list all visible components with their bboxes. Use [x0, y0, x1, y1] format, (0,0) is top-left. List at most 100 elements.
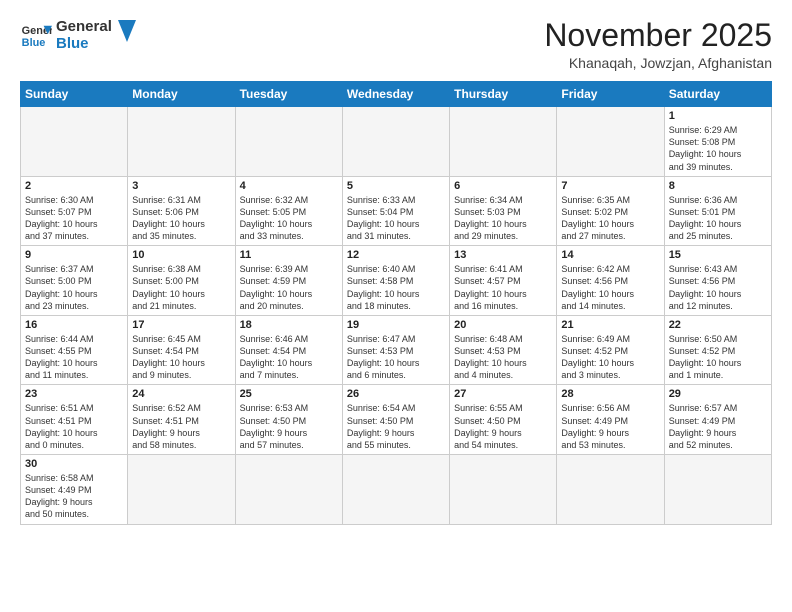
- day-number: 25: [240, 388, 338, 400]
- header: General Blue General Blue November 2025 …: [20, 18, 772, 71]
- day-number: 17: [132, 319, 230, 331]
- calendar: SundayMondayTuesdayWednesdayThursdayFrid…: [20, 81, 772, 524]
- logo-triangle-icon: [118, 20, 136, 42]
- calendar-day-cell: [342, 455, 449, 525]
- day-number: 11: [240, 249, 338, 261]
- calendar-day-cell: [664, 455, 771, 525]
- month-title: November 2025: [544, 18, 772, 53]
- calendar-day-cell: 27 Sunrise: 6:55 AM Sunset: 4:50 PM Dayli…: [450, 385, 557, 455]
- calendar-day-cell: 10 Sunrise: 6:38 AM Sunset: 5:00 PM Dayli…: [128, 246, 235, 316]
- calendar-day-cell: 19 Sunrise: 6:47 AM Sunset: 4:53 PM Dayli…: [342, 315, 449, 385]
- sun-info: Sunrise: 6:57 AM Sunset: 4:49 PM Dayligh…: [669, 402, 767, 451]
- sun-info: Sunrise: 6:38 AM Sunset: 5:00 PM Dayligh…: [132, 263, 230, 312]
- sun-info: Sunrise: 6:39 AM Sunset: 4:59 PM Dayligh…: [240, 263, 338, 312]
- sun-info: Sunrise: 6:55 AM Sunset: 4:50 PM Dayligh…: [454, 402, 552, 451]
- sun-info: Sunrise: 6:35 AM Sunset: 5:02 PM Dayligh…: [561, 194, 659, 243]
- day-number: 26: [347, 388, 445, 400]
- calendar-day-cell: [450, 107, 557, 177]
- day-number: 30: [25, 458, 123, 470]
- day-number: 10: [132, 249, 230, 261]
- day-number: 8: [669, 180, 767, 192]
- calendar-day-cell: 2 Sunrise: 6:30 AM Sunset: 5:07 PM Daylig…: [21, 176, 128, 246]
- calendar-day-cell: 20Sunrise: 6:48 AM Sunset: 4:53 PM Dayli…: [450, 315, 557, 385]
- calendar-day-cell: 5Sunrise: 6:33 AM Sunset: 5:04 PM Daylig…: [342, 176, 449, 246]
- day-number: 20: [454, 319, 552, 331]
- day-number: 15: [669, 249, 767, 261]
- logo-blue: Blue: [56, 35, 112, 52]
- sun-info: Sunrise: 6:45 AM Sunset: 4:54 PM Dayligh…: [132, 333, 230, 382]
- calendar-day-cell: 11 Sunrise: 6:39 AM Sunset: 4:59 PM Dayli…: [235, 246, 342, 316]
- sun-info: Sunrise: 6:40 AM Sunset: 4:58 PM Dayligh…: [347, 263, 445, 312]
- calendar-day-cell: 25 Sunrise: 6:53 AM Sunset: 4:50 PM Dayli…: [235, 385, 342, 455]
- weekday-thursday: Thursday: [450, 82, 557, 107]
- sun-info: Sunrise: 6:31 AM Sunset: 5:06 PM Dayligh…: [132, 194, 230, 243]
- calendar-day-cell: 24 Sunrise: 6:52 AM Sunset: 4:51 PM Dayli…: [128, 385, 235, 455]
- day-number: 2: [25, 180, 123, 192]
- sun-info: Sunrise: 6:52 AM Sunset: 4:51 PM Dayligh…: [132, 402, 230, 451]
- calendar-day-cell: 22Sunrise: 6:50 AM Sunset: 4:52 PM Dayli…: [664, 315, 771, 385]
- sun-info: Sunrise: 6:53 AM Sunset: 4:50 PM Dayligh…: [240, 402, 338, 451]
- day-number: 18: [240, 319, 338, 331]
- day-number: 7: [561, 180, 659, 192]
- calendar-day-cell: 26 Sunrise: 6:54 AM Sunset: 4:50 PM Dayli…: [342, 385, 449, 455]
- sun-info: Sunrise: 6:33 AM Sunset: 5:04 PM Dayligh…: [347, 194, 445, 243]
- day-number: 23: [25, 388, 123, 400]
- calendar-week-row: 30 Sunrise: 6:58 AM Sunset: 4:49 PM Dayli…: [21, 455, 772, 525]
- calendar-day-cell: 21Sunrise: 6:49 AM Sunset: 4:52 PM Dayli…: [557, 315, 664, 385]
- calendar-day-cell: 3 Sunrise: 6:31 AM Sunset: 5:06 PM Daylig…: [128, 176, 235, 246]
- day-number: 3: [132, 180, 230, 192]
- title-block: November 2025 Khanaqah, Jowzjan, Afghani…: [544, 18, 772, 71]
- sun-info: Sunrise: 6:34 AM Sunset: 5:03 PM Dayligh…: [454, 194, 552, 243]
- weekday-header-row: SundayMondayTuesdayWednesdayThursdayFrid…: [21, 82, 772, 107]
- calendar-day-cell: 15Sunrise: 6:43 AM Sunset: 4:56 PM Dayli…: [664, 246, 771, 316]
- day-number: 27: [454, 388, 552, 400]
- calendar-day-cell: 9Sunrise: 6:37 AM Sunset: 5:00 PM Daylig…: [21, 246, 128, 316]
- day-number: 22: [669, 319, 767, 331]
- weekday-saturday: Saturday: [664, 82, 771, 107]
- weekday-monday: Monday: [128, 82, 235, 107]
- calendar-day-cell: [235, 107, 342, 177]
- calendar-day-cell: 1Sunrise: 6:29 AM Sunset: 5:08 PM Daylig…: [664, 107, 771, 177]
- day-number: 13: [454, 249, 552, 261]
- calendar-week-row: 23Sunrise: 6:51 AM Sunset: 4:51 PM Dayli…: [21, 385, 772, 455]
- logo-icon: General Blue: [20, 19, 52, 51]
- calendar-day-cell: [128, 455, 235, 525]
- calendar-day-cell: [128, 107, 235, 177]
- sun-info: Sunrise: 6:41 AM Sunset: 4:57 PM Dayligh…: [454, 263, 552, 312]
- day-number: 28: [561, 388, 659, 400]
- sun-info: Sunrise: 6:46 AM Sunset: 4:54 PM Dayligh…: [240, 333, 338, 382]
- sun-info: Sunrise: 6:42 AM Sunset: 4:56 PM Dayligh…: [561, 263, 659, 312]
- sun-info: Sunrise: 6:47 AM Sunset: 4:53 PM Dayligh…: [347, 333, 445, 382]
- sun-info: Sunrise: 6:32 AM Sunset: 5:05 PM Dayligh…: [240, 194, 338, 243]
- sun-info: Sunrise: 6:49 AM Sunset: 4:52 PM Dayligh…: [561, 333, 659, 382]
- calendar-day-cell: [235, 455, 342, 525]
- calendar-day-cell: 12Sunrise: 6:40 AM Sunset: 4:58 PM Dayli…: [342, 246, 449, 316]
- sun-info: Sunrise: 6:36 AM Sunset: 5:01 PM Dayligh…: [669, 194, 767, 243]
- calendar-week-row: 16Sunrise: 6:44 AM Sunset: 4:55 PM Dayli…: [21, 315, 772, 385]
- sun-info: Sunrise: 6:30 AM Sunset: 5:07 PM Dayligh…: [25, 194, 123, 243]
- sun-info: Sunrise: 6:44 AM Sunset: 4:55 PM Dayligh…: [25, 333, 123, 382]
- calendar-day-cell: 14 Sunrise: 6:42 AM Sunset: 4:56 PM Dayli…: [557, 246, 664, 316]
- sun-info: Sunrise: 6:54 AM Sunset: 4:50 PM Dayligh…: [347, 402, 445, 451]
- day-number: 19: [347, 319, 445, 331]
- calendar-week-row: 2 Sunrise: 6:30 AM Sunset: 5:07 PM Daylig…: [21, 176, 772, 246]
- calendar-week-row: 9Sunrise: 6:37 AM Sunset: 5:00 PM Daylig…: [21, 246, 772, 316]
- calendar-day-cell: 16Sunrise: 6:44 AM Sunset: 4:55 PM Dayli…: [21, 315, 128, 385]
- day-number: 6: [454, 180, 552, 192]
- sun-info: Sunrise: 6:58 AM Sunset: 4:49 PM Dayligh…: [25, 472, 123, 521]
- calendar-day-cell: 8 Sunrise: 6:36 AM Sunset: 5:01 PM Daylig…: [664, 176, 771, 246]
- calendar-day-cell: [21, 107, 128, 177]
- location: Khanaqah, Jowzjan, Afghanistan: [544, 55, 772, 71]
- calendar-day-cell: [342, 107, 449, 177]
- calendar-day-cell: 7 Sunrise: 6:35 AM Sunset: 5:02 PM Daylig…: [557, 176, 664, 246]
- day-number: 29: [669, 388, 767, 400]
- calendar-day-cell: 18 Sunrise: 6:46 AM Sunset: 4:54 PM Dayli…: [235, 315, 342, 385]
- page: General Blue General Blue November 2025 …: [0, 0, 792, 612]
- calendar-day-cell: 30 Sunrise: 6:58 AM Sunset: 4:49 PM Dayli…: [21, 455, 128, 525]
- weekday-friday: Friday: [557, 82, 664, 107]
- calendar-day-cell: 4 Sunrise: 6:32 AM Sunset: 5:05 PM Daylig…: [235, 176, 342, 246]
- day-number: 4: [240, 180, 338, 192]
- day-number: 14: [561, 249, 659, 261]
- day-number: 24: [132, 388, 230, 400]
- calendar-day-cell: 13 Sunrise: 6:41 AM Sunset: 4:57 PM Dayli…: [450, 246, 557, 316]
